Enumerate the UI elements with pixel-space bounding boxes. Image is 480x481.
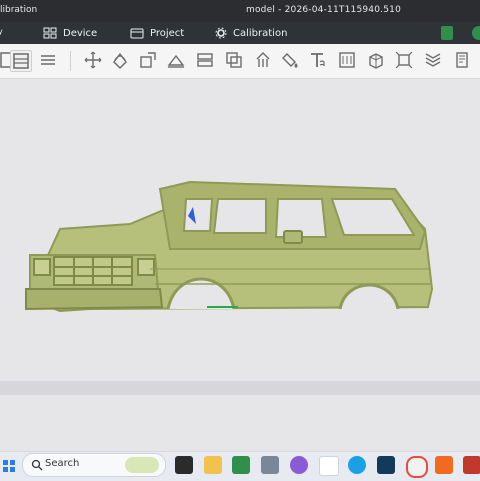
window-title-left: libration [0,5,38,15]
truck-model[interactable] [0,79,480,451]
windows-icon[interactable] [2,458,16,472]
menu-chevron-icon[interactable]: y [0,27,3,36]
3d-viewport[interactable] [0,79,480,451]
menu-device[interactable]: Device [43,27,97,39]
split-icon[interactable] [195,50,215,70]
menu-calibration[interactable]: Calibration [215,27,287,39]
move-icon[interactable] [83,50,103,70]
menu-project[interactable]: Project [130,27,184,39]
search-icon [31,459,43,471]
device-icon [43,27,57,39]
avatar-icon[interactable] [472,26,480,40]
bed-icon[interactable] [337,50,357,70]
folder-icon[interactable] [204,456,222,474]
selection-window-icon[interactable] [10,50,32,72]
layers-icon[interactable] [423,50,443,70]
terminal-icon[interactable] [175,456,193,474]
cube-icon[interactable] [366,50,386,70]
widgets-icon [125,457,159,473]
title-bar: libration model - 2026-04-11T115940.510 [0,0,480,22]
rotate-icon[interactable] [110,50,130,70]
printer-status-icon[interactable] [441,26,453,40]
app-icon[interactable] [377,456,395,474]
pdf-icon[interactable] [463,456,480,474]
paint-icon[interactable] [281,50,301,70]
search-placeholder: Search [45,458,80,469]
support-icon[interactable] [253,50,273,70]
scale-icon[interactable] [138,50,158,70]
menu-device-label: Device [63,27,98,39]
calibration-gear-icon [215,27,227,39]
project-icon [130,28,144,39]
page-icon[interactable] [452,50,472,70]
chrome-icon[interactable] [406,456,428,478]
place-on-face-icon[interactable] [166,50,186,70]
boolean-icon[interactable] [224,50,244,70]
file-icon[interactable] [319,456,339,476]
menu-calibration-label: Calibration [233,27,288,39]
text-icon[interactable] [308,50,328,70]
calculator-icon[interactable] [261,456,279,474]
menu-bar: y Device Project Calibration [0,22,480,45]
window-title: model - 2026-04-11T115940.510 [246,5,401,15]
menu-project-label: Project [150,27,185,39]
list-icon[interactable] [38,50,58,70]
toolbar-divider [70,51,71,71]
main-toolbar [0,44,480,79]
gem-icon[interactable] [290,456,308,474]
measure-icon[interactable] [394,50,414,70]
settings-icon[interactable] [435,456,453,474]
sheets-icon[interactable] [232,456,250,474]
edge-icon[interactable] [348,456,366,474]
taskbar-search[interactable]: Search [22,453,166,477]
